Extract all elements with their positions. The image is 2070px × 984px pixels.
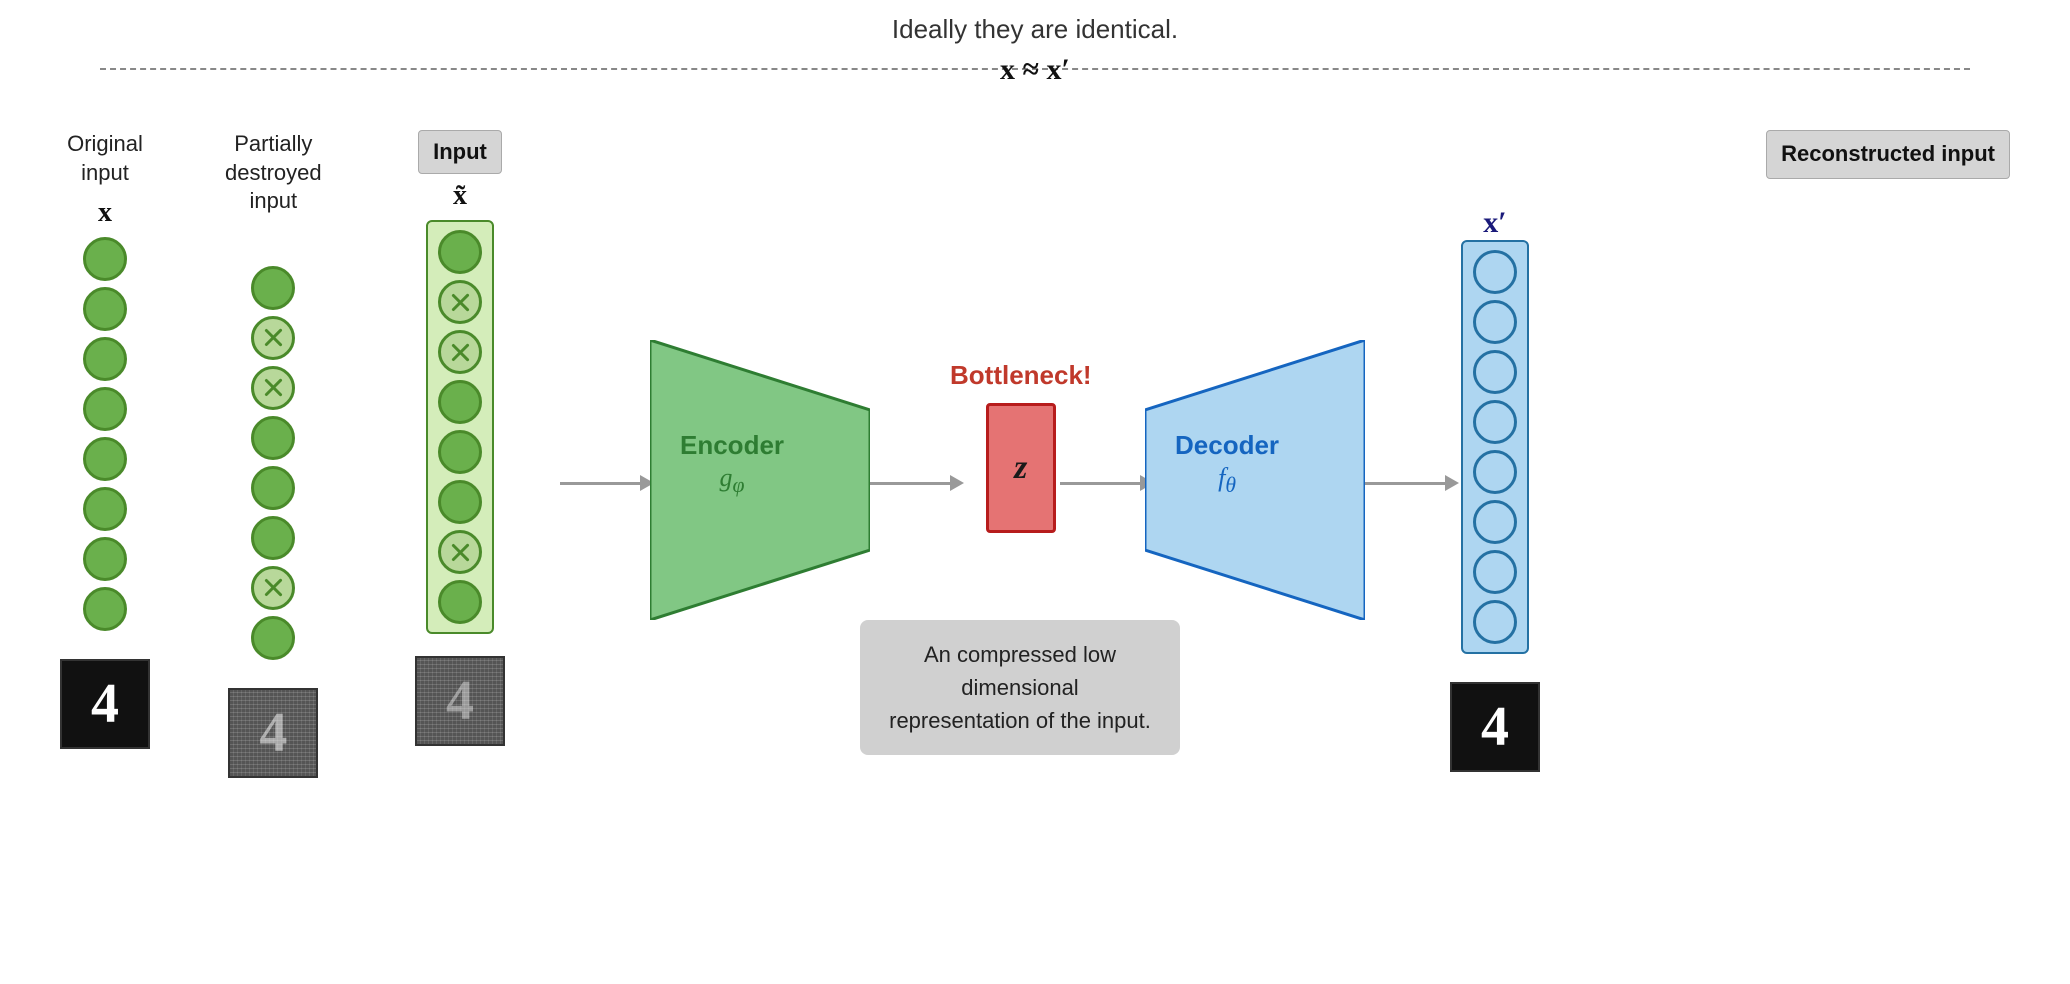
input-node-5 <box>438 430 482 474</box>
arrow-line-2 <box>870 482 950 485</box>
tooltip-text: An compressed low dimensionalrepresentat… <box>884 638 1156 737</box>
arrow-to-encoder <box>560 475 654 491</box>
output-node-8 <box>1473 600 1517 644</box>
output-node-box <box>1461 240 1529 654</box>
arrow-line-3 <box>1060 482 1140 485</box>
z-label: z <box>1014 449 1027 487</box>
destroyed-node-1 <box>251 266 295 310</box>
output-node-1 <box>1473 250 1517 294</box>
output-node-2 <box>1473 300 1517 344</box>
diagram-container: Ideally they are identical. x ≈ x′ Origi… <box>0 0 2070 984</box>
digit-4-original: 4 <box>91 676 119 732</box>
original-node-list <box>83 237 127 631</box>
input-node-6 <box>438 480 482 524</box>
input-node-7 <box>438 530 482 574</box>
output-image-thumb: 4 <box>1450 682 1540 772</box>
original-node-5 <box>83 437 127 481</box>
input-tilde-column: Input x̃ 4 <box>415 130 505 746</box>
destroyed-node-list <box>251 266 295 660</box>
arrow-line-1 <box>560 482 640 485</box>
digit-4-output: 4 <box>1481 699 1509 755</box>
input-node-2 <box>438 280 482 324</box>
output-node-7 <box>1473 550 1517 594</box>
reconstructed-label-box: Reconstructed input <box>1766 130 2010 179</box>
destroyed-node-3 <box>251 366 295 410</box>
destroyed-node-7 <box>251 566 295 610</box>
reconstructed-label: Reconstructed input <box>1766 130 2010 179</box>
original-math-label: x <box>98 197 112 229</box>
destroyed-node-8 <box>251 616 295 660</box>
original-node-7 <box>83 537 127 581</box>
input-node-3 <box>438 330 482 374</box>
equation-text: x ≈ x′ <box>892 53 1178 87</box>
original-input-label: Originalinput <box>67 130 143 187</box>
destroyed-node-4 <box>251 416 295 460</box>
encoder-block: Encoder gφ <box>650 340 870 620</box>
original-node-4 <box>83 387 127 431</box>
output-node-4 <box>1473 400 1517 444</box>
output-node-3 <box>1473 350 1517 394</box>
arrow-z-to-decoder <box>1060 475 1154 491</box>
xprime-label: x′ <box>1483 206 1506 240</box>
z-box: z <box>986 403 1056 533</box>
original-node-1 <box>83 237 127 281</box>
input-node-8 <box>438 580 482 624</box>
destroyed-node-5 <box>251 466 295 510</box>
output-column: x′ 4 <box>1450 200 1540 772</box>
decoder-sublabel: fθ <box>1175 463 1279 498</box>
input-node-box <box>426 220 494 634</box>
original-input-column: Originalinput x 4 <box>60 130 150 749</box>
input-box-label: Input <box>418 130 502 174</box>
tooltip-box: An compressed low dimensionalrepresentat… <box>860 620 1180 755</box>
input-node-1 <box>438 230 482 274</box>
destroyed-node-2 <box>251 316 295 360</box>
original-node-6 <box>83 487 127 531</box>
encoder-label: Encoder <box>680 430 784 461</box>
top-annotation-area: Ideally they are identical. x ≈ x′ <box>892 14 1178 87</box>
ideally-identical-text: Ideally they are identical. <box>892 14 1178 45</box>
original-node-3 <box>83 337 127 381</box>
original-node-2 <box>83 287 127 331</box>
decoder-block: Decoder fθ <box>1145 340 1365 620</box>
bottleneck-label: Bottleneck! <box>950 360 1092 391</box>
bottleneck-block: Bottleneck! z <box>950 360 1092 533</box>
destroyed-node-6 <box>251 516 295 560</box>
original-node-8 <box>83 587 127 631</box>
destroyed-image-thumb: 4 <box>228 688 318 778</box>
digit-4-input: 4 <box>446 673 474 729</box>
encoder-sublabel: gφ <box>680 463 784 498</box>
tilde-x-label: x̃ <box>453 180 467 212</box>
digit-4-destroyed: 4 <box>259 705 287 761</box>
arrow-line-4 <box>1365 482 1445 485</box>
output-node-6 <box>1473 500 1517 544</box>
destroyed-input-column: Partiallydestroyedinput x 4 <box>225 130 322 778</box>
output-node-5 <box>1473 450 1517 494</box>
destroyed-input-label: Partiallydestroyedinput <box>225 130 322 216</box>
input-node-4 <box>438 380 482 424</box>
input-image-thumb: 4 <box>415 656 505 746</box>
original-image-thumb: 4 <box>60 659 150 749</box>
decoder-label: Decoder <box>1175 430 1279 461</box>
arrow-decoder-to-output <box>1365 475 1459 491</box>
